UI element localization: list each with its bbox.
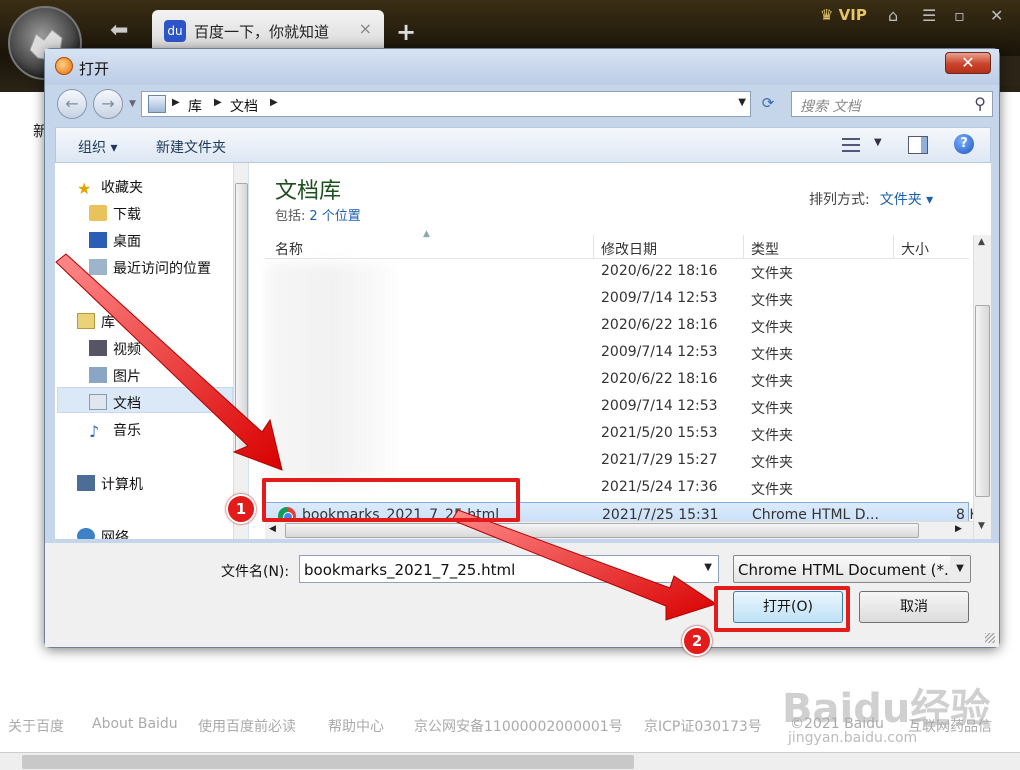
step-1-badge: 1 bbox=[226, 494, 256, 524]
arrow-to-file bbox=[55, 253, 283, 471]
highlight-open-button bbox=[714, 586, 850, 632]
highlight-selected-file bbox=[262, 478, 520, 522]
annotation-arrows bbox=[55, 253, 718, 621]
arrow-to-open-button bbox=[451, 509, 718, 621]
step-2-badge: 2 bbox=[682, 626, 712, 656]
